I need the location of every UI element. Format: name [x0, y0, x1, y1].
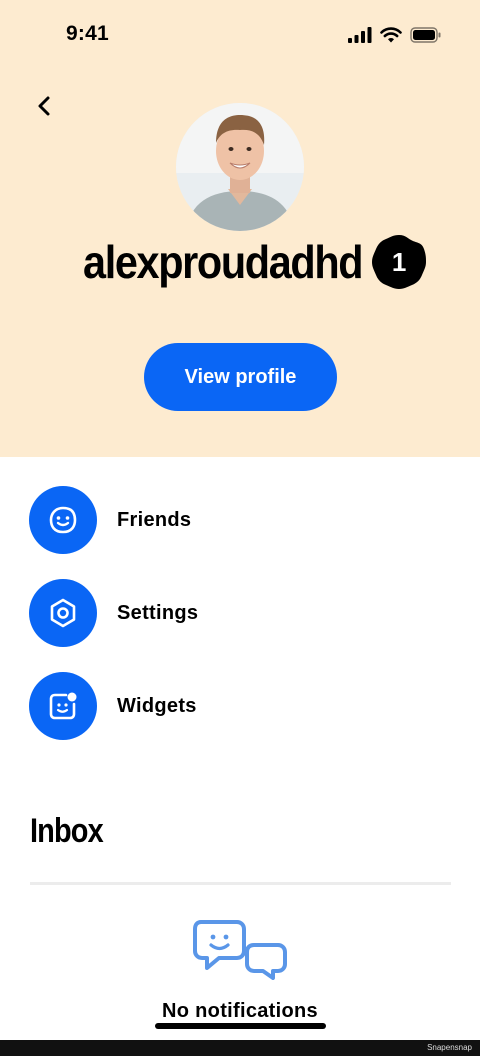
status-time: 9:41 [66, 22, 109, 45]
widget-icon [49, 692, 77, 720]
friend-count-badge[interactable]: 1 [370, 233, 428, 291]
profile-header: 9:41 alexproudadhd 1 View profile [0, 0, 480, 457]
avatar[interactable] [176, 103, 304, 231]
status-bar: 9:41 [0, 0, 480, 72]
status-icons [348, 24, 442, 46]
friends-icon-circle [29, 486, 97, 554]
menu-item-friends[interactable]: Friends [29, 486, 449, 554]
menu-label-friends: Friends [117, 508, 192, 531]
menu-item-widgets[interactable]: Widgets [29, 672, 449, 740]
footer-bar [0, 1040, 480, 1056]
menu-label-widgets: Widgets [117, 694, 197, 717]
widgets-icon-circle [29, 672, 97, 740]
inbox-divider [30, 882, 451, 885]
back-button[interactable] [28, 90, 60, 122]
signal-icon [348, 27, 372, 43]
avatar-photo [176, 103, 304, 231]
chat-bubbles-icon [193, 920, 287, 980]
hexagon-gear-icon [50, 598, 76, 628]
wifi-icon [380, 27, 402, 43]
inbox-title: Inbox [30, 812, 104, 850]
empty-state-title: No notifications [162, 1000, 318, 1022]
view-profile-button[interactable]: View profile [144, 343, 337, 411]
settings-icon-circle [29, 579, 97, 647]
home-indicator[interactable] [155, 1023, 326, 1029]
badge-count: 1 [391, 246, 407, 277]
battery-icon [410, 27, 441, 43]
username: alexproudadhd [82, 236, 364, 288]
menu-label-settings: Settings [117, 601, 199, 624]
watermark: Snapensnap [427, 1043, 472, 1052]
smiley-icon [49, 506, 77, 534]
menu-item-settings[interactable]: Settings [29, 579, 449, 647]
username-row: alexproudadhd 1 [0, 232, 480, 292]
chevron-left-icon [38, 96, 50, 116]
